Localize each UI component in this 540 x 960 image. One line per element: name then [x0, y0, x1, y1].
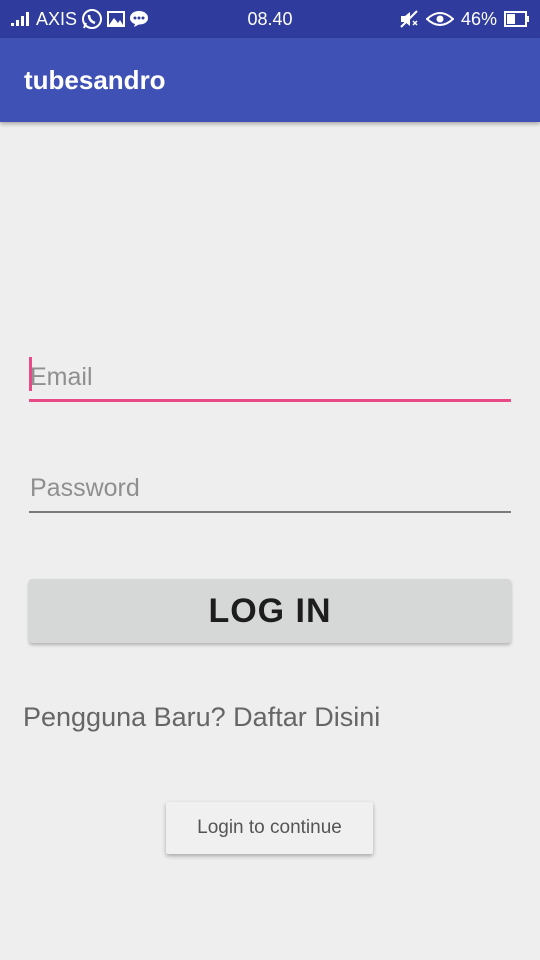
password-underline	[29, 511, 511, 513]
status-bar: AXIS 08.40 46%	[0, 0, 540, 38]
mute-icon	[399, 9, 419, 29]
password-input[interactable]	[29, 463, 511, 513]
login-to-continue-button[interactable]: Login to continue	[166, 802, 373, 854]
status-right: 46%	[399, 0, 530, 38]
eye-icon	[425, 11, 454, 27]
gallery-icon	[107, 11, 126, 27]
battery-icon	[504, 11, 530, 27]
carrier-name: AXIS	[36, 9, 78, 29]
register-link[interactable]: Pengguna Baru? Daftar Disini	[23, 702, 380, 733]
app-bar: tubesandro	[0, 38, 540, 122]
battery-percentage: 46%	[460, 9, 497, 29]
text-cursor	[29, 357, 32, 391]
status-left: AXIS	[10, 0, 149, 38]
email-input[interactable]	[29, 352, 511, 402]
email-underline	[29, 399, 511, 402]
email-field[interactable]	[29, 352, 511, 402]
login-button[interactable]: LOG IN	[29, 579, 511, 643]
app-title: tubesandro	[24, 65, 166, 95]
signal-icon	[10, 11, 32, 27]
message-icon	[129, 10, 149, 28]
whatsapp-icon	[81, 8, 103, 30]
password-field[interactable]	[29, 463, 511, 513]
